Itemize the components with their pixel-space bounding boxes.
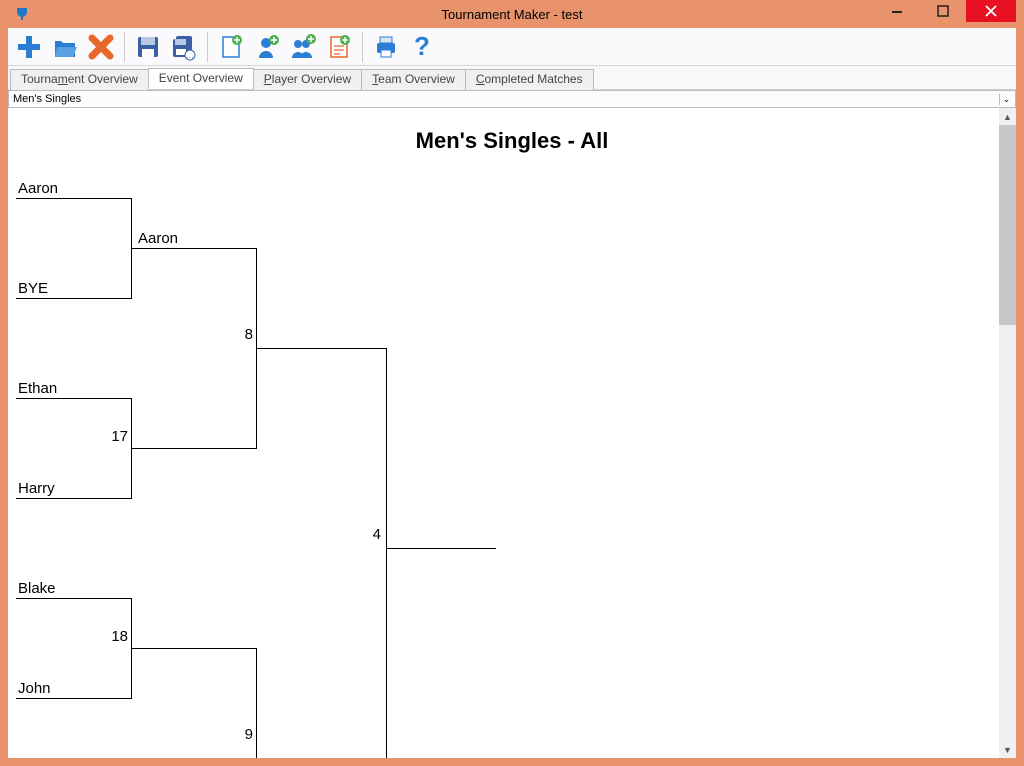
tab-completed-matches[interactable]: Completed Matches bbox=[465, 69, 594, 90]
add-team-button[interactable] bbox=[286, 30, 320, 64]
plus-icon bbox=[15, 33, 43, 61]
tab-team-overview[interactable]: Team Overview bbox=[361, 69, 466, 90]
player-label: Blake bbox=[18, 580, 56, 597]
folder-open-icon bbox=[51, 33, 79, 61]
print-button[interactable] bbox=[369, 30, 403, 64]
toolbar: … bbox=[8, 28, 1016, 66]
bracket-content-area: Men's Singles - All Aaron BYE Ethan Harr… bbox=[8, 108, 1016, 758]
person-plus-icon bbox=[254, 34, 280, 60]
match-score: 4 bbox=[366, 526, 381, 543]
player-label: Ethan bbox=[18, 380, 57, 397]
save-all-button[interactable]: … bbox=[167, 30, 201, 64]
scroll-down-button[interactable]: ▼ bbox=[999, 741, 1016, 758]
player-label: John bbox=[18, 680, 51, 697]
titlebar: Tournament Maker - test bbox=[8, 0, 1016, 28]
match-score: 9 bbox=[238, 726, 253, 743]
new-sheet-icon bbox=[326, 34, 352, 60]
add-player-button[interactable] bbox=[250, 30, 284, 64]
bracket-title: Men's Singles - All bbox=[8, 108, 1016, 154]
window-close-button[interactable] bbox=[966, 0, 1016, 22]
player-label: BYE bbox=[18, 280, 48, 297]
window-maximize-button[interactable] bbox=[920, 0, 966, 22]
delete-button[interactable] bbox=[84, 30, 118, 64]
new-document-button[interactable] bbox=[214, 30, 248, 64]
window-minimize-button[interactable] bbox=[874, 0, 920, 22]
vertical-scrollbar[interactable]: ▲ ▼ bbox=[999, 108, 1016, 758]
tab-player-overview[interactable]: Player Overview bbox=[253, 69, 362, 90]
match-score: 8 bbox=[238, 326, 253, 343]
svg-text:…: … bbox=[186, 51, 194, 60]
tab-tournament-overview[interactable]: Tournament Overview bbox=[10, 69, 149, 90]
player-label: Aaron bbox=[138, 230, 178, 247]
people-plus-icon bbox=[289, 34, 317, 60]
floppy-icon bbox=[135, 34, 161, 60]
add-button[interactable] bbox=[12, 30, 46, 64]
match-score: 17 bbox=[108, 428, 128, 445]
scroll-thumb[interactable] bbox=[999, 125, 1016, 325]
new-sheet-button[interactable] bbox=[322, 30, 356, 64]
tab-event-overview[interactable]: Event Overview bbox=[148, 68, 254, 89]
player-label: Harry bbox=[18, 480, 55, 497]
x-icon bbox=[87, 33, 115, 61]
scroll-up-button[interactable]: ▲ bbox=[999, 108, 1016, 125]
svg-text:?: ? bbox=[414, 33, 430, 61]
tabs-row: Tournament Overview Event Overview Playe… bbox=[8, 66, 1016, 90]
player-label: Aaron bbox=[18, 180, 58, 197]
match-score: 18 bbox=[108, 628, 128, 645]
help-button[interactable]: ? bbox=[405, 30, 439, 64]
new-doc-icon bbox=[218, 34, 244, 60]
chevron-down-icon: ⌄ bbox=[999, 94, 1013, 105]
event-selector-value: Men's Singles bbox=[13, 93, 81, 105]
printer-icon bbox=[373, 34, 399, 60]
window-title: Tournament Maker - test bbox=[8, 7, 1016, 22]
open-button[interactable] bbox=[48, 30, 82, 64]
help-icon: ? bbox=[408, 33, 436, 61]
floppy-multi-icon: … bbox=[170, 33, 198, 61]
save-button[interactable] bbox=[131, 30, 165, 64]
event-selector-dropdown[interactable]: Men's Singles ⌄ bbox=[8, 90, 1016, 108]
